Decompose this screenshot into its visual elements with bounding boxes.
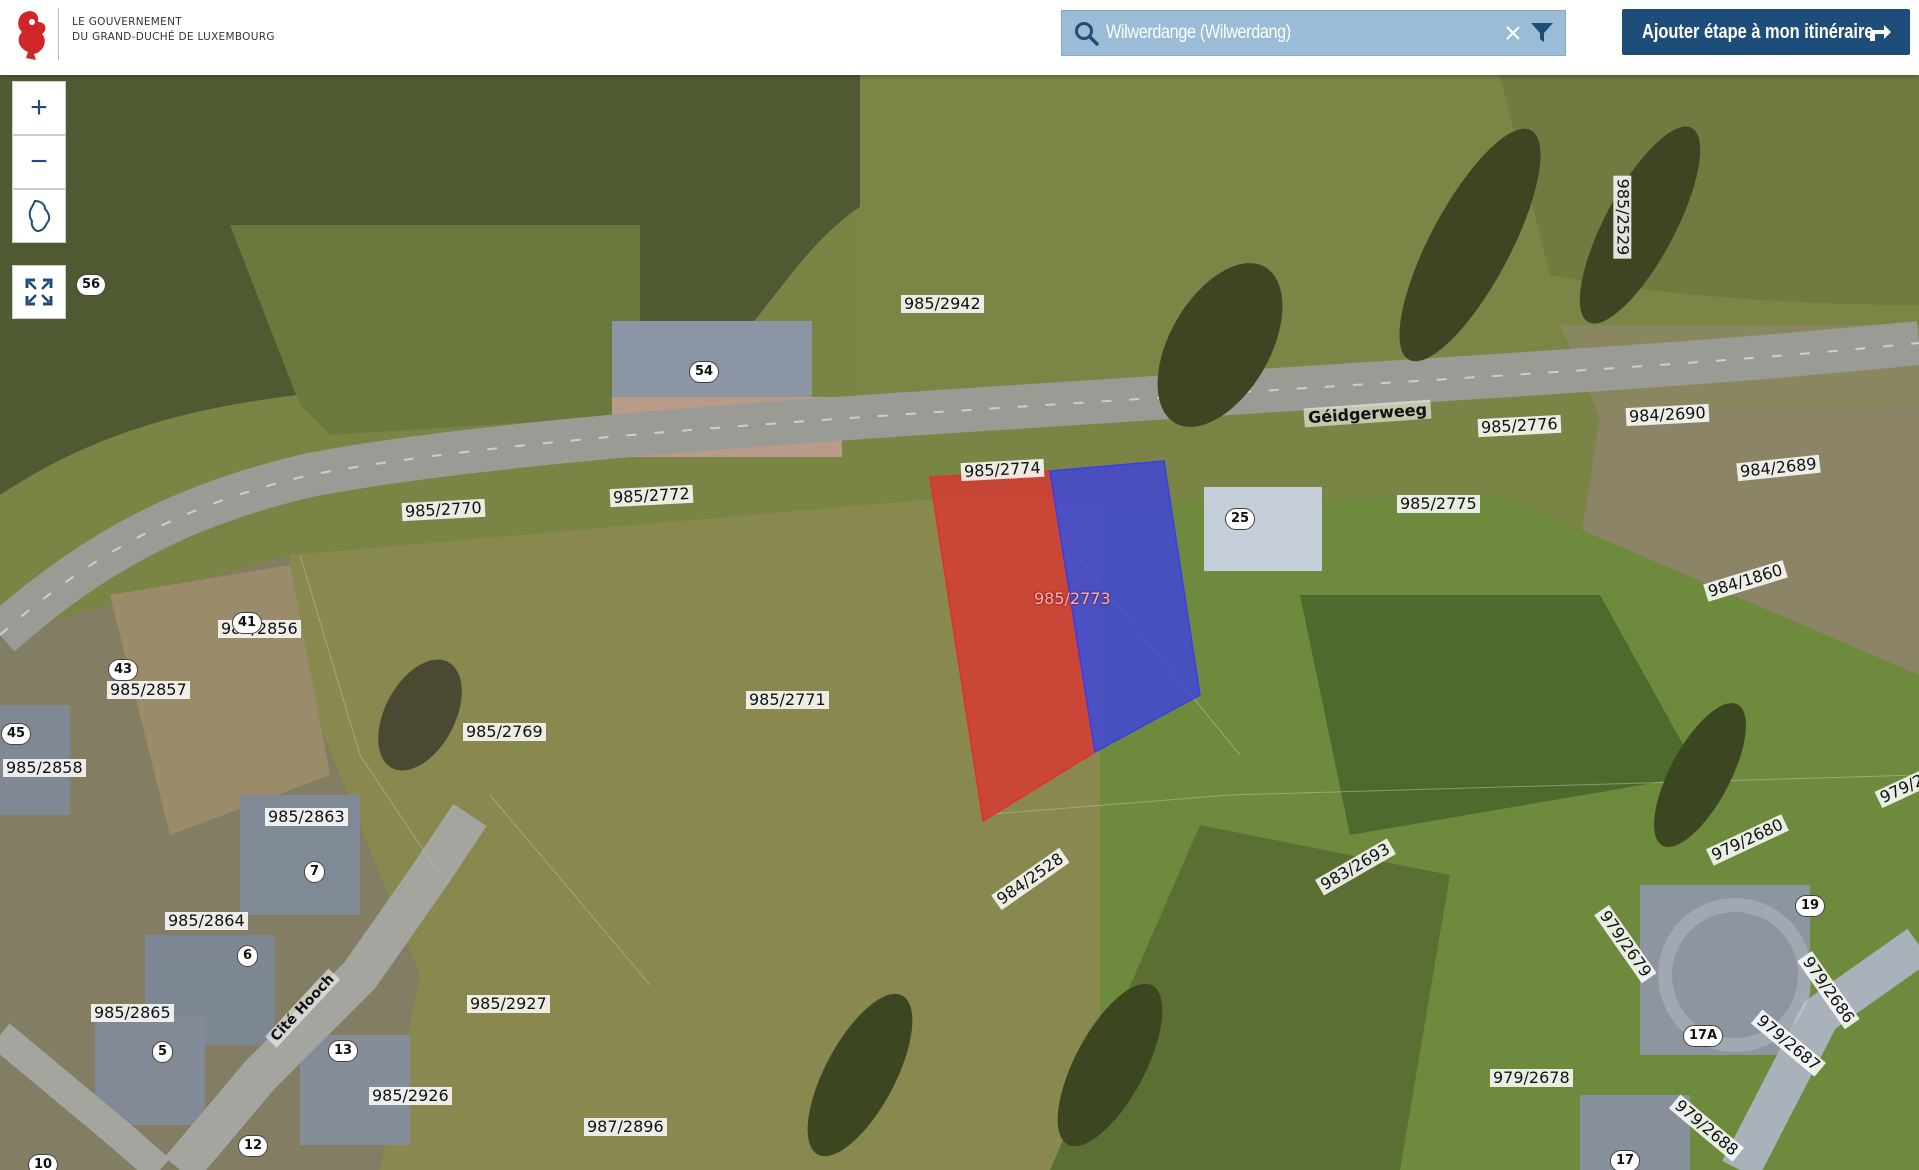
parcel-label: 985/2771 xyxy=(746,691,829,709)
house-number: 7 xyxy=(304,861,326,883)
parcel-label: 987/2896 xyxy=(584,1118,667,1136)
house-number: 13 xyxy=(328,1040,359,1062)
add-route-step-label: Ajouter étape à mon itinéraire xyxy=(1642,21,1874,43)
parcel-label: 985/2865 xyxy=(91,1004,174,1022)
header-bar: LE GOUVERNEMENT DU GRAND-DUCHÉ DE LUXEMB… xyxy=(0,0,1919,75)
parcel-label: 985/2864 xyxy=(165,912,248,930)
house-number: 17A xyxy=(1683,1025,1724,1047)
government-title-line1: LE GOUVERNEMENT xyxy=(72,16,182,28)
fullscreen-button[interactable] xyxy=(12,265,66,319)
government-title: LE GOUVERNEMENT DU GRAND-DUCHÉ DE LUXEMB… xyxy=(72,15,275,45)
house-number: 12 xyxy=(238,1135,269,1157)
house-number: 54 xyxy=(689,361,720,383)
house-number: 25 xyxy=(1225,508,1256,530)
logo-separator xyxy=(58,8,59,60)
selected-parcel-label: 985/2773 xyxy=(1034,589,1111,608)
house-number: 5 xyxy=(152,1041,174,1063)
parcel-label: 985/2863 xyxy=(265,808,348,826)
add-route-step-button[interactable]: Ajouter étape à mon itinéraire xyxy=(1622,9,1910,55)
search-input[interactable]: Wilwerdange (Wilwerdang) xyxy=(1106,22,1291,44)
search-bar[interactable]: Wilwerdange (Wilwerdang) xyxy=(1061,10,1566,56)
clear-search-icon[interactable] xyxy=(1502,22,1524,44)
house-number: 41 xyxy=(232,612,263,634)
house-number: 17 xyxy=(1610,1150,1641,1170)
house-number: 6 xyxy=(237,945,259,967)
aerial-map[interactable]: + − Géidgerweeg Cité Hooch 985/2773 985/… xyxy=(0,75,1919,1170)
plus-icon: + xyxy=(30,91,48,124)
parcel-label: 985/2529 xyxy=(1613,175,1632,259)
house-number: 45 xyxy=(1,723,32,745)
parcel-label: 985/2769 xyxy=(463,723,546,741)
lion-crest-logo[interactable] xyxy=(12,8,52,60)
parcel-label: 979/2678 xyxy=(1490,1069,1573,1087)
house-number: 19 xyxy=(1795,895,1826,917)
parcel-label: 985/2942 xyxy=(901,295,984,313)
parcel-label: 985/2927 xyxy=(467,995,550,1013)
parcel-label: 985/2857 xyxy=(107,681,190,699)
route-arrow-icon xyxy=(1870,25,1891,41)
country-extent-button[interactable] xyxy=(12,189,66,243)
search-icon xyxy=(1075,22,1099,46)
minus-icon: − xyxy=(30,145,48,178)
house-number: 10 xyxy=(28,1154,59,1170)
zoom-out-button[interactable]: − xyxy=(12,135,66,189)
house-number: 56 xyxy=(76,274,107,296)
house-number: 43 xyxy=(108,659,139,681)
government-title-line2: DU GRAND-DUCHÉ DE LUXEMBOURG xyxy=(72,31,275,43)
luxembourg-outline-icon xyxy=(28,199,51,233)
filter-icon[interactable] xyxy=(1529,20,1555,46)
parcel-label: 985/2858 xyxy=(3,759,86,777)
parcel-label: 985/2775 xyxy=(1397,495,1480,513)
zoom-in-button[interactable]: + xyxy=(12,81,66,135)
parcel-label: 985/2926 xyxy=(369,1087,452,1105)
expand-icon xyxy=(25,278,53,306)
